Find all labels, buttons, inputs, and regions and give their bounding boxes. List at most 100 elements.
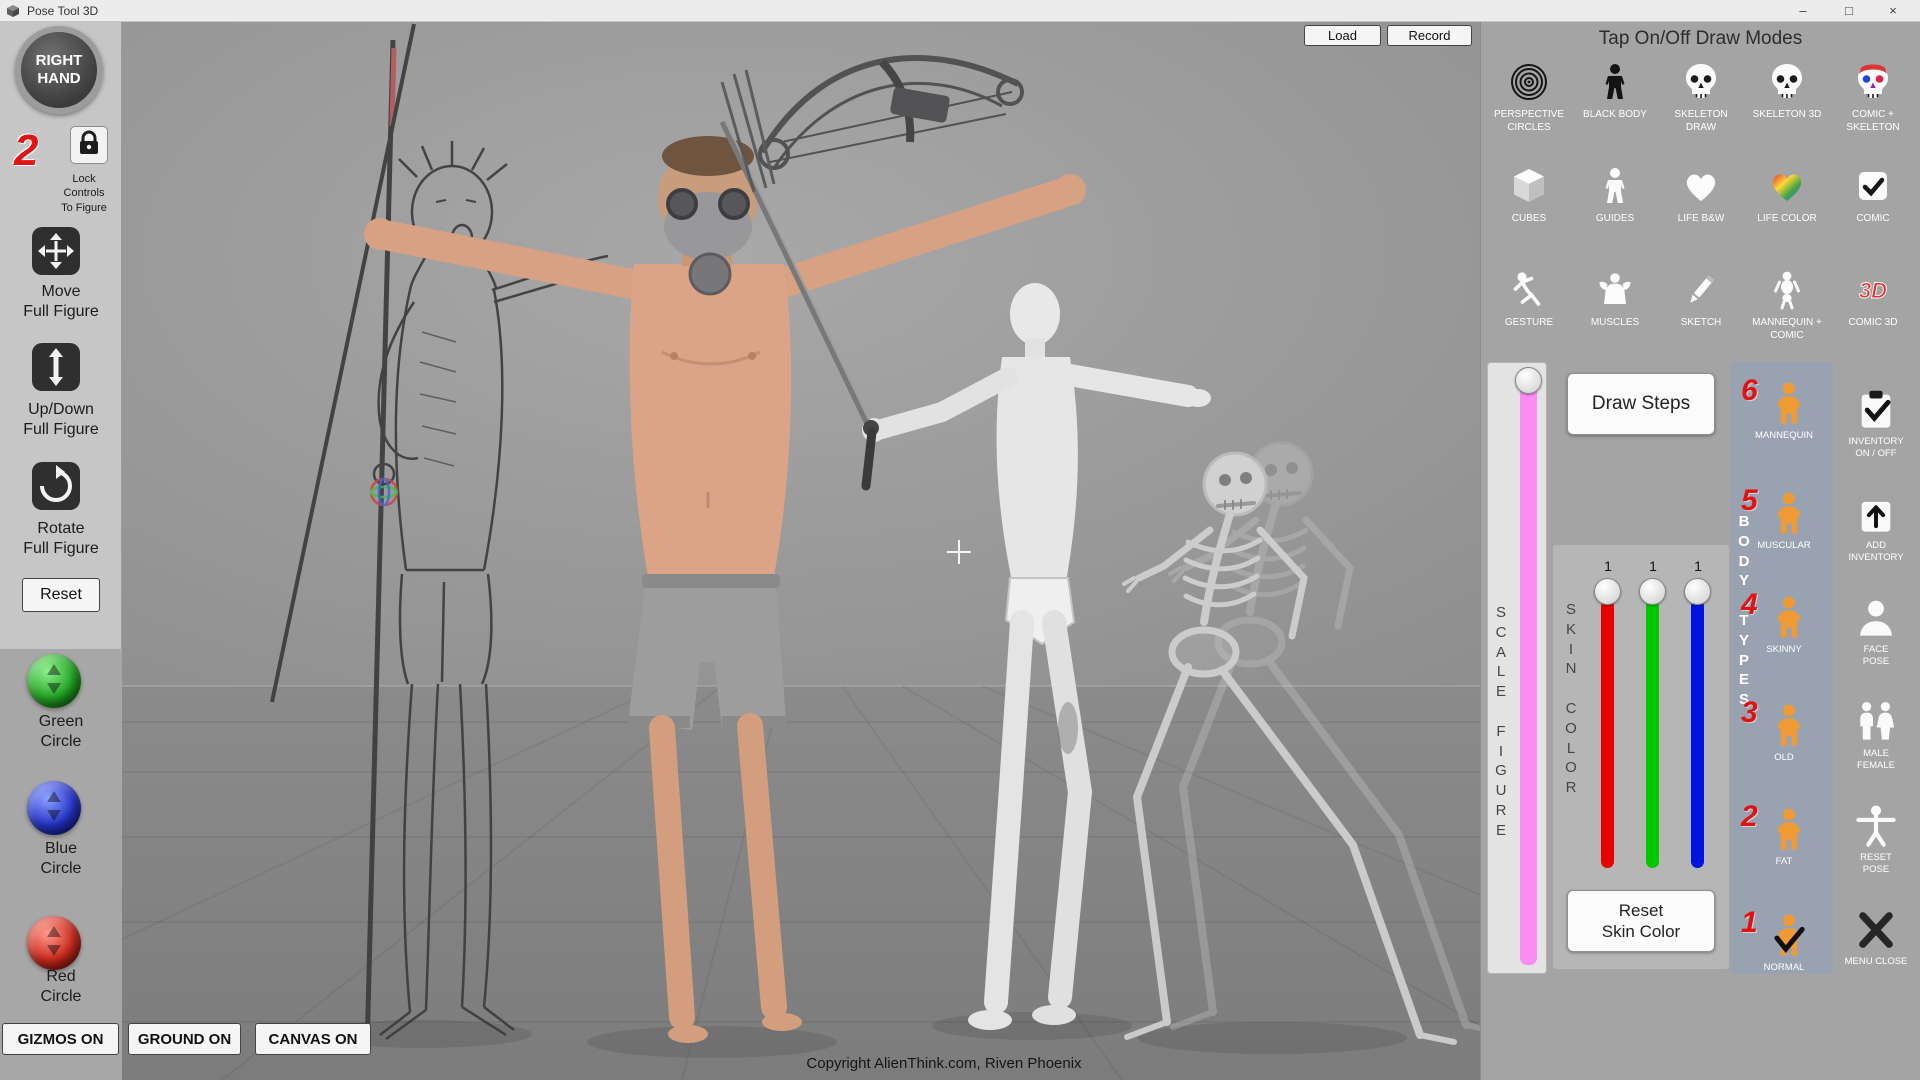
body-type-number: 3 <box>1741 696 1758 730</box>
draw-mode-life-color[interactable]: LIFE COLOR <box>1744 162 1830 226</box>
record-button[interactable]: Record <box>1387 25 1472 46</box>
draw-mode-label: LIFE B&W <box>1678 213 1725 226</box>
person-icon <box>1767 382 1811 433</box>
close-button[interactable]: × <box>1872 0 1914 21</box>
reset-skin-color-button[interactable]: Reset Skin Color <box>1567 890 1715 952</box>
red-slider-knob[interactable] <box>1594 578 1621 605</box>
figure-icon <box>1595 162 1635 210</box>
scale-figure-slider-knob[interactable] <box>1515 367 1542 394</box>
concentric-circles-icon <box>1509 58 1549 106</box>
blue-slider-knob[interactable] <box>1684 578 1711 605</box>
draw-mode-life-bw[interactable]: LIFE B&W <box>1658 162 1744 226</box>
body-types-strip: B O D Y T Y P E S 6 MANNEQUIN 5 MUSCULAR… <box>1731 362 1833 974</box>
lock-controls-button[interactable] <box>70 126 108 164</box>
ground-toggle-button[interactable]: GROUND ON <box>128 1023 241 1055</box>
draw-mode-label: GUIDES <box>1596 213 1634 226</box>
color-skull-icon <box>1853 58 1893 106</box>
body-type-number: 6 <box>1741 374 1758 408</box>
up-down-arrows-icon <box>44 925 64 962</box>
body-type-number: 4 <box>1741 588 1758 622</box>
maximize-button[interactable]: □ <box>1828 0 1870 21</box>
skull-icon <box>1767 58 1807 106</box>
draw-mode-label: SKETCH <box>1681 317 1722 330</box>
gizmos-toggle-button[interactable]: GIZMOS ON <box>2 1023 119 1055</box>
load-button[interactable]: Load <box>1304 25 1381 46</box>
draw-mode-label: CUBES <box>1512 213 1546 226</box>
up-down-arrows-icon <box>44 790 64 827</box>
body-type-number: 2 <box>1741 800 1758 834</box>
reset-button[interactable]: Reset <box>22 578 100 612</box>
rotate-figure-button[interactable] <box>32 462 80 510</box>
draw-mode-label: COMIC + SKELETON <box>1830 109 1916 134</box>
draw-mode-skeleton-draw[interactable]: SKELETON DRAW <box>1658 58 1744 134</box>
draw-mode-label: COMIC 3D <box>1849 317 1898 330</box>
red-circle-button[interactable] <box>27 916 81 970</box>
blue-slider-track[interactable] <box>1691 600 1704 868</box>
draw-mode-comic-skeleton[interactable]: COMIC + SKELETON <box>1830 58 1916 134</box>
viewport[interactable] <box>122 22 1480 1080</box>
red-circle-label: Red Circle <box>0 967 122 1007</box>
green-slider-knob[interactable] <box>1639 578 1666 605</box>
scale-figure-slider-track[interactable] <box>1520 373 1537 965</box>
draw-modes-row-1: PERSPECTIVE CIRCLES BLACK BODY SKELETON … <box>1486 58 1916 134</box>
draw-mode-gesture[interactable]: GESTURE <box>1486 266 1572 342</box>
person-icon <box>1767 596 1811 647</box>
draw-steps-button[interactable]: Draw Steps <box>1567 373 1715 435</box>
canvas-toggle-button[interactable]: CANVAS ON <box>255 1023 371 1055</box>
up-down-arrows-icon <box>44 663 64 700</box>
male-female-icon <box>1854 700 1898 749</box>
draw-mode-label: SKELETON 3D <box>1753 109 1822 122</box>
draw-mode-label: MANNEQUIN + COMIC <box>1744 317 1830 342</box>
body-type-label: NORMAL <box>1739 962 1829 973</box>
minimize-button[interactable]: – <box>1782 0 1824 21</box>
pencil-icon <box>1681 266 1721 314</box>
lock-icon <box>74 128 104 163</box>
draw-mode-cubes[interactable]: CUBES <box>1486 162 1572 226</box>
person-icon <box>1767 704 1811 755</box>
move-figure-label: Move Full Figure <box>0 282 122 322</box>
viewport-3d-scene[interactable] <box>122 22 1480 1080</box>
person-check-icon <box>1767 914 1811 965</box>
3d-badge-icon: 3D <box>1851 266 1895 314</box>
red-slider-track[interactable] <box>1601 600 1614 868</box>
draw-mode-skeleton-3d[interactable]: SKELETON 3D <box>1744 58 1830 134</box>
cube-icon <box>1509 162 1549 210</box>
app-icon <box>7 5 19 17</box>
blue-circle-button[interactable] <box>27 781 81 835</box>
up-down-arrow-icon <box>32 378 80 395</box>
person-icon <box>1767 808 1811 859</box>
draw-mode-label: COMIC <box>1856 213 1889 226</box>
body-type-number: 1 <box>1741 906 1758 940</box>
draw-mode-guides[interactable]: GUIDES <box>1572 162 1658 226</box>
green-slider-track[interactable] <box>1646 600 1659 868</box>
person-icon <box>1767 492 1811 543</box>
skin-color-label: S K I N C O L O R <box>1559 600 1583 798</box>
move-figure-button[interactable] <box>32 227 80 275</box>
add-inventory-icon <box>1854 492 1898 541</box>
rotate-figure-label: Rotate Full Figure <box>0 519 122 559</box>
rotate-arrow-icon <box>32 497 80 514</box>
draw-mode-comic[interactable]: COMIC <box>1830 162 1916 226</box>
green-circle-button[interactable] <box>27 654 81 708</box>
move-arrows-icon <box>32 262 80 279</box>
scale-figure-strip: S C A L E F I G U R E <box>1487 362 1547 974</box>
muscle-figure-icon <box>1595 266 1635 314</box>
draw-mode-comic-3d[interactable]: 3D COMIC 3D <box>1830 266 1916 342</box>
updown-figure-button[interactable] <box>32 343 80 391</box>
copyright-text: Copyright AlienThink.com, Riven Phoenix <box>644 1055 1244 1072</box>
inventory-check-icon <box>1854 388 1898 437</box>
lock-controls-label: Lock Controls To Figure <box>46 172 122 215</box>
draw-mode-mannequin-comic[interactable]: MANNEQUIN + COMIC <box>1744 266 1830 342</box>
body-type-label: FAT <box>1739 856 1829 867</box>
draw-modes-row-3: GESTURE MUSCLES SKETCH MANNEQUIN + COMIC <box>1486 266 1916 342</box>
draw-mode-sketch[interactable]: SKETCH <box>1658 266 1744 342</box>
draw-mode-label: PERSPECTIVE CIRCLES <box>1486 109 1572 134</box>
draw-mode-muscles[interactable]: MUSCLES <box>1572 266 1658 342</box>
green-slider-value: 1 <box>1649 558 1657 574</box>
draw-mode-perspective-circles[interactable]: PERSPECTIVE CIRCLES <box>1486 58 1572 134</box>
action-label: FACE POSE <box>1835 644 1917 668</box>
draw-mode-black-body[interactable]: BLACK BODY <box>1572 58 1658 134</box>
blue-slider-value: 1 <box>1694 558 1702 574</box>
right-hand-button[interactable]: RIGHT HAND <box>15 26 103 114</box>
window-title: Pose Tool 3D <box>27 4 98 18</box>
